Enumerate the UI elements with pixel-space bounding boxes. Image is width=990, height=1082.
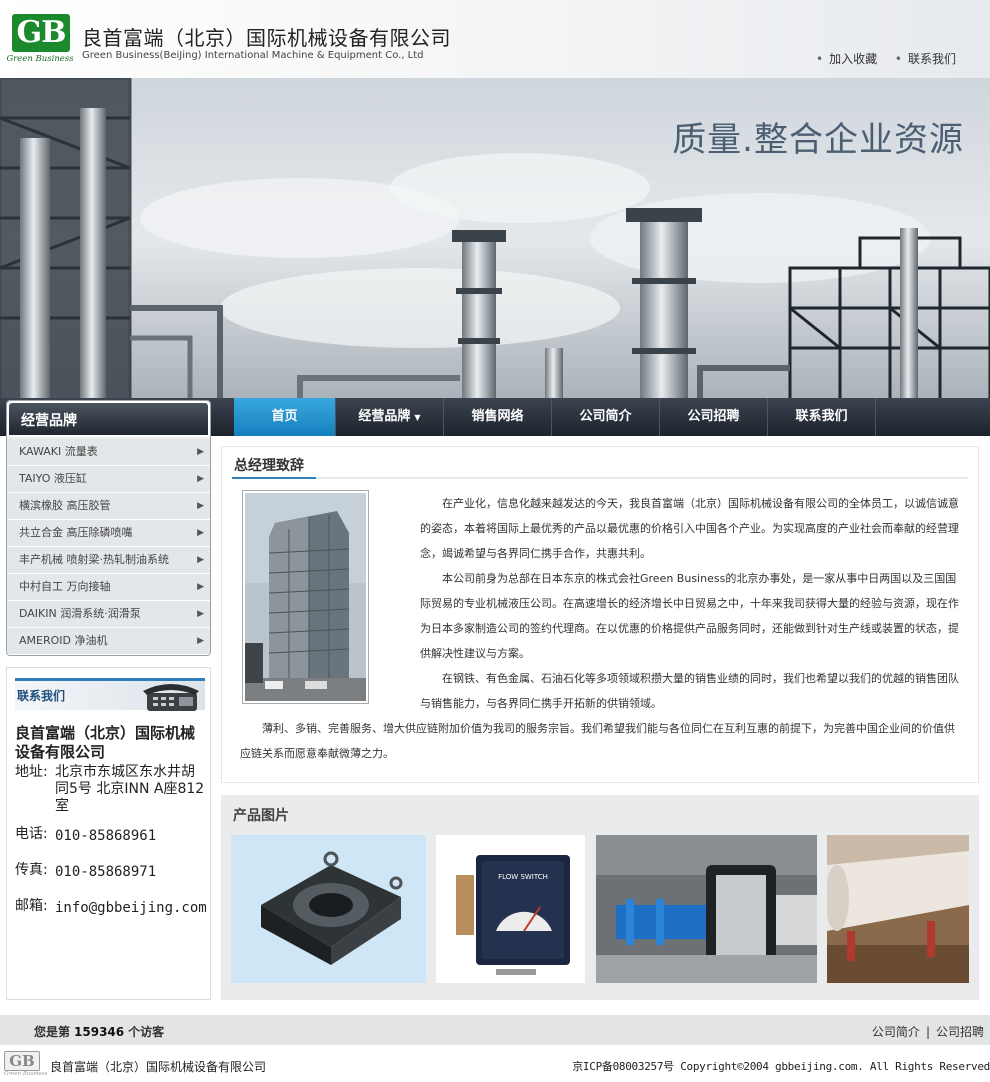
footer-company-name: 良首富端（北京）国际机械设备有限公司 [50,1060,267,1074]
brand-item-daikin[interactable]: DAIKIN 润滑系统·润滑泵 ▶ [7,601,210,628]
arrow-right-icon: ▶ [197,582,204,592]
brand-item-kawaki[interactable]: KAWAKI 流量表 ▶ [7,439,210,466]
add-favorite-link[interactable]: 加入收藏 [816,52,877,66]
phone-value: 010-85868961 [55,828,157,844]
products-title: 产品图片 [233,808,289,824]
footer-logo-subtitle: Green Business [4,1071,48,1077]
company-name-en: Green Business(BeiJing) International Ma… [82,50,424,61]
visitor-count: 159346 [74,1025,125,1039]
nav-careers[interactable]: 公司招聘 [660,398,768,436]
brand-label: KAWAKI 流量表 [19,445,98,458]
product-image-rotary-joint[interactable] [231,835,426,983]
nav-brands[interactable]: 经营品牌 ▼ [336,398,444,436]
arrow-right-icon: ▶ [197,474,204,484]
brand-item-yokohama[interactable]: 横滨橡胶 高压胶管 ▶ [7,493,210,520]
article-title: 总经理致辞 [234,458,304,474]
nav-sales-network[interactable]: 销售网络 [444,398,552,436]
phone-label: 电话: [15,826,48,842]
gauge-label: FLOW SWITCH [498,873,548,881]
logo-mark: GB [12,14,70,52]
brand-item-hosan[interactable]: 丰产机械 喷射梁·热轧制油系统 ▶ [7,547,210,574]
footer-links: 公司简介 | 公司招聘 [872,1023,984,1040]
hero-banner: 质量.整合企业资源 [0,78,990,400]
footer-logo: GB Green Business [4,1051,48,1081]
gm-message-section: 总经理致辞 在产业化，信息化越来越发达的今天，我良首富端（北京）国际机械设备有限… [221,446,979,783]
footer-copyright-area: GB Green Business 良首富端（北京）国际机械设备有限公司 京IC… [0,1045,990,1082]
brand-item-taiyo[interactable]: TAIYO 液压缸 ▶ [7,466,210,493]
product-gallery: 产品图片 FLOW SWITCH [221,795,979,1000]
footer-logo-mark: GB [4,1051,40,1071]
arrow-right-icon: ▶ [197,636,204,646]
arrow-right-icon: ▶ [197,447,204,457]
banner-slogan: 质量.整合企业资源 [672,120,964,160]
caret-down-icon: ▼ [414,413,421,422]
telephone-icon [143,684,199,711]
product-image-hydraulic-unit[interactable] [596,835,817,983]
nav-home[interactable]: 首页 [234,398,336,436]
logo-subtitle: Green Business [6,54,74,64]
brand-item-ameroid[interactable]: AMEROID 净油机 ▶ [7,628,210,655]
contact-company: 良首富端（北京）国际机械设备有限公司 [15,724,196,761]
article-paragraph: 在产业化，信息化越来越发达的今天，我良首富端（北京）国际机械设备有限公司的全体员… [420,497,959,560]
email-label: 邮箱: [15,898,48,914]
arrow-right-icon: ▶ [197,555,204,565]
footer-link-profile[interactable]: 公司简介 [872,1025,920,1039]
site-header: GB Green Business 良首富端（北京）国际机械设备有限公司 Gre… [0,0,990,78]
nav-company-profile[interactable]: 公司简介 [552,398,660,436]
nav-brands-label: 经营品牌 [358,409,411,424]
brand-label: TAIYO 液压缸 [19,472,87,485]
arrow-right-icon: ▶ [197,609,204,619]
brand-label: 中村自工 万向接轴 [19,580,111,593]
brand-item-nakamura[interactable]: 中村自工 万向接轴 ▶ [7,574,210,601]
footer-link-careers[interactable]: 公司招聘 [936,1025,984,1039]
brand-label: AMEROID 净油机 [19,634,108,647]
brand-label: 共立合金 高压除磷喷嘴 [19,526,133,539]
visitor-suffix: 个访客 [128,1025,165,1039]
fax-value: 010-85868971 [55,864,157,880]
product-image-roller[interactable] [827,835,969,983]
article-paragraph: 在钢铁、有色金属、石油石化等多项领域积攒大量的销售业绩的同时，我们也希望以我们的… [420,672,959,710]
brands-panel: 经营品牌 KAWAKI 流量表 ▶ TAIYO 液压缸 ▶ 横滨橡胶 高压胶管 ▶ 共… [6,400,211,656]
nav-contact[interactable]: 联系我们 [768,398,876,436]
copyright-text: 京ICP备08003257号 Copyright©2004 gbbeijing.… [572,1060,990,1073]
visitor-counter: 您是第 159346 个访客 [34,1023,164,1040]
address-value: 北京市东城区东水井胡同5号 北京INN A座812室 [55,764,205,814]
company-name-cn: 良首富端（北京）国际机械设备有限公司 [82,26,451,50]
article-paragraph: 薄利、多销、完善服务、增大供应链附加价值为我司的服务宗旨。我们希望我们能与各位同… [240,722,955,760]
title-underline [232,477,968,479]
contact-header: 联系我们 [15,678,205,711]
brand-label: 横滨橡胶 高压胶管 [19,499,111,512]
brand-list: KAWAKI 流量表 ▶ TAIYO 液压缸 ▶ 横滨橡胶 高压胶管 ▶ 共立合金 高… [7,437,210,655]
address-label: 地址: [15,764,48,780]
visitor-prefix: 您是第 [34,1025,71,1039]
contact-panel: 联系我们 良首富端（北京）国际机械设备有限公司 地址: 北京市东城区东水井胡同5… [6,667,211,1000]
brand-label: DAIKIN 润滑系统·润滑泵 [19,607,141,620]
arrow-right-icon: ▶ [197,501,204,511]
arrow-right-icon: ▶ [197,528,204,538]
brand-label: 丰产机械 喷射梁·热轧制油系统 [19,553,169,566]
article-body: 在产业化，信息化越来越发达的今天，我良首富端（北京）国际机械设备有限公司的全体员… [234,491,962,766]
footer-separator: | [925,1025,930,1039]
contact-us-link[interactable]: 联系我们 [895,52,956,66]
product-image-flow-switch[interactable]: FLOW SWITCH [436,835,585,983]
article-paragraph: 本公司前身为总部在日本东京的株式会社Green Business的北京办事处，是… [420,572,959,660]
footer-bar: 您是第 159346 个访客 公司简介 | 公司招聘 [0,1015,990,1045]
brand-item-kyoritsu[interactable]: 共立合金 高压除磷喷嘴 ▶ [7,520,210,547]
brands-title: 经营品牌 [7,401,210,437]
logo[interactable]: GB Green Business [6,10,74,66]
contact-title: 联系我们 [17,689,66,703]
email-value[interactable]: info@gbbeijing.com [55,900,207,917]
top-links: 加入收藏 联系我们 [802,50,956,67]
fax-label: 传真: [15,862,48,878]
